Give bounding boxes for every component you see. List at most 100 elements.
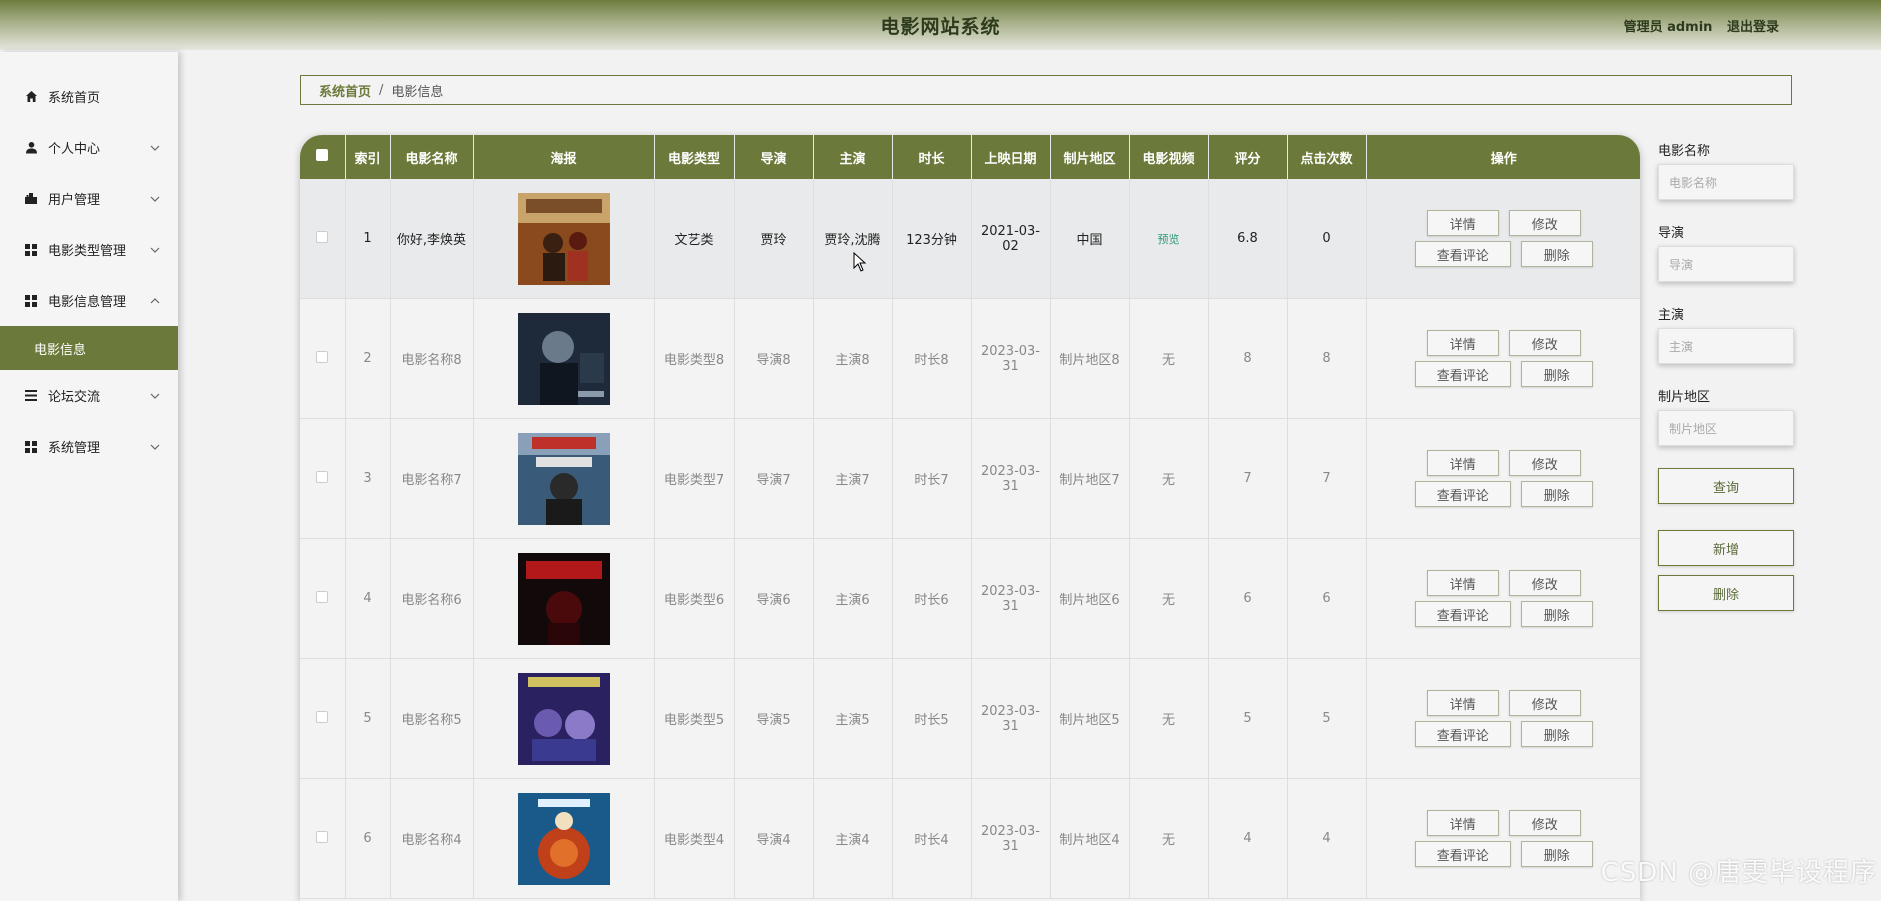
delete-button[interactable]: 删除 — [1520, 361, 1593, 387]
search-actors-input[interactable]: 主演 — [1658, 328, 1794, 364]
table-header-row: 索引 电影名称 海报 电影类型 导演 主演 时长 上映日期 制片地区 电影视频 … — [300, 135, 1640, 179]
poster-image[interactable] — [517, 192, 610, 285]
delete-button[interactable]: 删除 — [1520, 721, 1593, 747]
edit-button[interactable]: 修改 — [1508, 810, 1581, 836]
detail-button[interactable]: 详情 — [1426, 810, 1499, 836]
batch-delete-button[interactable]: 删除 — [1658, 575, 1794, 611]
detail-button[interactable]: 详情 — [1426, 330, 1499, 356]
sidebar-item-movie-info[interactable]: 电影信息管理 — [0, 275, 178, 326]
cell-actors: 主演7 — [813, 418, 893, 539]
sidebar-item-forum[interactable]: 论坛交流 — [0, 370, 178, 421]
sidebar-item-system[interactable]: 系统管理 — [0, 421, 178, 472]
row-checkbox[interactable] — [316, 470, 329, 483]
search-director-input[interactable]: 导演 — [1658, 246, 1794, 282]
logout-link[interactable]: 退出登录 — [1727, 20, 1779, 35]
cell-actors: 主演8 — [813, 298, 893, 419]
cell-director: 导演6 — [734, 538, 814, 659]
select-all-checkbox[interactable] — [316, 149, 329, 161]
edit-button[interactable]: 修改 — [1508, 450, 1581, 476]
sidebar-subitem-movie-info[interactable]: 电影信息 — [0, 326, 178, 370]
add-button[interactable]: 新增 — [1658, 530, 1794, 566]
view-comments-button[interactable]: 查看评论 — [1414, 841, 1511, 867]
cell-index: 1 — [345, 179, 391, 299]
edit-button[interactable]: 修改 — [1508, 210, 1581, 236]
cell-actors: 主演4 — [813, 778, 893, 899]
delete-button[interactable]: 删除 — [1520, 601, 1593, 627]
column-header: 导演 — [734, 135, 814, 179]
chevron-down-icon — [150, 388, 160, 403]
delete-button[interactable]: 删除 — [1520, 241, 1593, 267]
chevron-down-icon — [150, 242, 160, 257]
detail-button[interactable]: 详情 — [1426, 570, 1499, 596]
cell-video: 无 — [1129, 538, 1209, 659]
cell-rating: 8 — [1208, 298, 1288, 419]
breadcrumb-separator: / — [379, 82, 384, 98]
view-comments-button[interactable]: 查看评论 — [1414, 361, 1511, 387]
column-header: 索引 — [345, 135, 391, 179]
cell-duration: 时长7 — [892, 418, 972, 539]
row-checkbox[interactable] — [316, 710, 329, 723]
cell-type: 文艺类 — [654, 179, 735, 299]
breadcrumb-home[interactable]: 系统首页 — [319, 81, 371, 100]
sidebar-item-home[interactable]: 系统首页 — [0, 71, 178, 122]
table-row: 6 电影名称4 电影类型4 导演4 主演4 时长4 2023-03-31 制片地… — [300, 778, 1640, 899]
edit-button[interactable]: 修改 — [1508, 570, 1581, 596]
column-header: 操作 — [1366, 135, 1640, 179]
edit-button[interactable]: 修改 — [1508, 690, 1581, 716]
poster-image[interactable] — [517, 552, 610, 645]
cell-video: 无 — [1129, 778, 1209, 899]
poster-image[interactable] — [517, 432, 610, 525]
cell-type: 电影类型5 — [654, 658, 735, 779]
row-checkbox[interactable] — [316, 230, 329, 243]
poster-image[interactable] — [517, 672, 610, 765]
cell-clicks: 6 — [1287, 538, 1367, 659]
cell-duration: 时长6 — [892, 538, 972, 659]
table-row: 3 电影名称7 电影类型7 导演7 主演7 时长7 2023-03-31 制片地… — [300, 418, 1640, 539]
sidebar-item-users[interactable]: 用户管理 — [0, 173, 178, 224]
app-title: 电影网站系统 — [880, 16, 1001, 38]
cell-clicks: 8 — [1287, 298, 1367, 419]
grid-icon — [24, 294, 38, 308]
cell-actors: 主演6 — [813, 538, 893, 659]
column-header: 电影视频 — [1129, 135, 1209, 179]
view-comments-button[interactable]: 查看评论 — [1414, 721, 1511, 747]
delete-button[interactable]: 删除 — [1520, 841, 1593, 867]
edit-button[interactable]: 修改 — [1508, 330, 1581, 356]
list-icon — [24, 389, 38, 403]
table-row: 1 你好,李焕英 文艺类 贾玲 贾玲,沈腾 123分钟 2021-03-02 中… — [300, 179, 1640, 299]
poster-image[interactable] — [517, 312, 610, 405]
cell-director: 贾玲 — [734, 179, 814, 299]
sidebar-item-movie-types[interactable]: 电影类型管理 — [0, 224, 178, 275]
sidebar-item-profile[interactable]: 个人中心 — [0, 122, 178, 173]
query-button[interactable]: 查询 — [1658, 468, 1794, 504]
admin-user-label: 管理员 admin — [1623, 20, 1713, 35]
row-checkbox[interactable] — [316, 350, 329, 363]
grid-icon — [24, 440, 38, 454]
detail-button[interactable]: 详情 — [1426, 210, 1499, 236]
search-movie-name-input[interactable]: 电影名称 — [1658, 164, 1794, 200]
movie-table: 索引 电影名称 海报 电影类型 导演 主演 时长 上映日期 制片地区 电影视频 … — [300, 135, 1640, 899]
view-comments-button[interactable]: 查看评论 — [1414, 241, 1511, 267]
row-checkbox[interactable] — [316, 590, 329, 603]
cell-duration: 时长4 — [892, 778, 972, 899]
cell-region: 制片地区8 — [1050, 298, 1130, 419]
cell-type: 电影类型8 — [654, 298, 735, 419]
detail-button[interactable]: 详情 — [1426, 690, 1499, 716]
cell-name: 你好,李焕英 — [390, 179, 474, 299]
video-preview-link[interactable]: 预览 — [1129, 179, 1209, 299]
delete-button[interactable]: 删除 — [1520, 481, 1593, 507]
cell-index: 2 — [345, 298, 391, 419]
cell-name: 电影名称7 — [390, 418, 474, 539]
poster-image[interactable] — [517, 792, 610, 885]
movie-table-container: 索引 电影名称 海报 电影类型 导演 主演 时长 上映日期 制片地区 电影视频 … — [300, 135, 1640, 901]
column-header: 点击次数 — [1287, 135, 1367, 179]
search-region-input[interactable]: 制片地区 — [1658, 410, 1794, 446]
cell-date: 2023-03-31 — [971, 418, 1051, 539]
chevron-up-icon — [150, 293, 160, 308]
view-comments-button[interactable]: 查看评论 — [1414, 601, 1511, 627]
row-checkbox[interactable] — [316, 830, 329, 843]
cell-rating: 6.8 — [1208, 179, 1288, 299]
view-comments-button[interactable]: 查看评论 — [1414, 481, 1511, 507]
detail-button[interactable]: 详情 — [1426, 450, 1499, 476]
cell-director: 导演4 — [734, 778, 814, 899]
